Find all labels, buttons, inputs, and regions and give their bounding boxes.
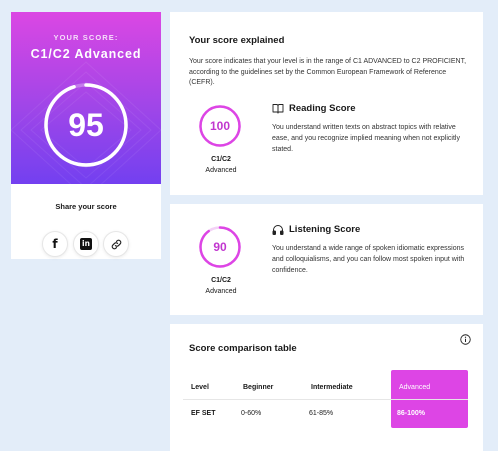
overall-score-value: 95 — [68, 107, 104, 143]
reading-score-heading: Reading Score — [272, 103, 356, 114]
table-header-intermediate: Intermediate — [311, 384, 353, 391]
share-linkedin-button[interactable]: in — [73, 231, 99, 257]
score-explained-title: Your score explained — [189, 35, 285, 46]
listening-score-heading: Listening Score — [272, 224, 360, 235]
info-icon[interactable] — [460, 334, 471, 345]
score-explained-text: Your score indicates that your level is … — [189, 58, 467, 86]
table-header-beginner: Beginner — [243, 384, 274, 391]
share-title: Share your score — [55, 202, 117, 211]
headphones-icon — [272, 225, 284, 235]
listening-score-value: 90 — [213, 240, 227, 254]
listening-score-title: Listening Score — [289, 224, 361, 235]
copy-link-button[interactable] — [103, 231, 129, 257]
table-divider — [183, 399, 468, 400]
reading-score-title: Reading Score — [289, 103, 356, 114]
link-icon — [111, 239, 121, 249]
table-header-advanced: Advanced — [399, 384, 431, 391]
your-score-label: YOUR SCORE: — [53, 33, 119, 42]
score-explained-panel: Your score explained Your score indicate… — [170, 12, 483, 195]
table-header-level: Level — [191, 384, 209, 391]
score-card: YOUR SCORE: C1/C2 Advanced 95 Share your… — [11, 12, 161, 259]
table-cell-advanced-range: 86-100% — [397, 410, 426, 417]
table-cell-efset: EF SET — [191, 410, 216, 417]
score-comparison-panel: Score comparison table Level Beginner In… — [170, 324, 483, 451]
reading-score-description: You understand written texts on abstract… — [272, 124, 460, 153]
reading-level-name: Advanced — [205, 167, 237, 174]
facebook-icon: f — [52, 237, 58, 251]
share-facebook-button[interactable]: f — [42, 231, 68, 257]
linkedin-icon: in — [80, 238, 92, 250]
score-comparison-title: Score comparison table — [189, 343, 297, 354]
score-comparison-table: Level Beginner Intermediate Advanced EF … — [183, 370, 468, 428]
book-icon — [272, 104, 284, 114]
listening-score-panel: 90 C1/C2 Advanced Listening Score You un… — [170, 204, 483, 315]
overall-level: C1/C2 Advanced — [30, 47, 142, 61]
reading-level-code: C1/C2 — [211, 156, 231, 163]
score-hero: YOUR SCORE: C1/C2 Advanced 95 — [11, 12, 161, 184]
table-cell-beginner-range: 0-60% — [241, 410, 262, 417]
reading-score-value: 100 — [209, 119, 231, 133]
listening-level-name: Advanced — [205, 288, 237, 295]
listening-score-description: You understand a wide range of spoken id… — [272, 245, 465, 274]
listening-level-code: C1/C2 — [211, 277, 231, 284]
table-cell-intermediate-range: 61-85% — [309, 410, 334, 417]
